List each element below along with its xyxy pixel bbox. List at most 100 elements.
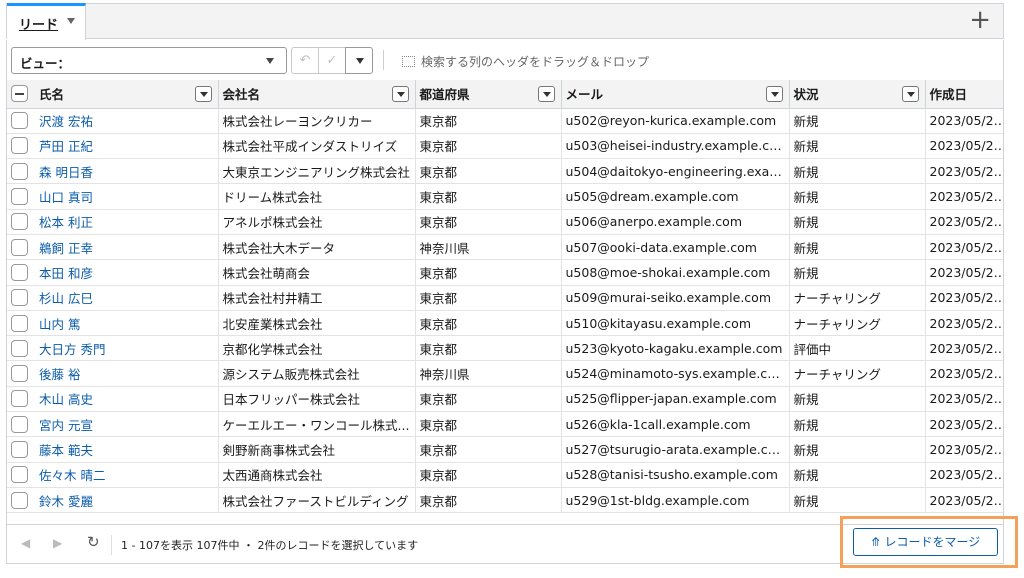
- row-checkbox-cell: [7, 133, 35, 160]
- row-checkbox-cell: [7, 386, 35, 413]
- row-checkbox[interactable]: [11, 188, 28, 206]
- row-checkbox[interactable]: [11, 162, 28, 180]
- row-checkbox[interactable]: [11, 415, 28, 433]
- footer-divider: [111, 535, 112, 555]
- status-cell: 新規: [789, 183, 926, 210]
- table-row[interactable]: 芦田 正紀 株式会社平成インダストリイズ 東京都 u503@heisei-indust…: [7, 133, 1003, 160]
- row-checkbox-cell: [7, 183, 35, 210]
- row-checkbox[interactable]: [11, 466, 28, 484]
- column-menu-button[interactable]: [765, 86, 783, 102]
- more-actions-button[interactable]: [345, 47, 373, 74]
- next-page-icon[interactable]: ▶: [53, 536, 62, 550]
- row-checkbox[interactable]: [11, 441, 28, 458]
- status-cell: 新規: [789, 158, 926, 185]
- row-checkbox[interactable]: [11, 112, 28, 130]
- table-row[interactable]: 宮内 元宣 ケーエルエー・ワンコール株式... 東京都 u526@kla-1call.…: [7, 411, 1003, 438]
- column-menu-button[interactable]: [194, 86, 212, 102]
- row-checkbox[interactable]: [11, 289, 28, 307]
- created-cell: 2023/05/21 1: [925, 436, 1003, 463]
- status-cell: ナーチャリング: [789, 360, 926, 387]
- tab-label[interactable]: リード: [19, 18, 58, 33]
- name-cell[interactable]: 山内 篤: [35, 310, 219, 337]
- chevron-down-icon: [266, 58, 274, 64]
- email-cell: u502@reyon-kurica.example.com: [561, 108, 790, 134]
- table-row[interactable]: 杉山 広巳 株式会社村井精工 東京都 u509@murai-seiko.example…: [7, 285, 1003, 311]
- table-row[interactable]: 鵜飼 正幸 株式会社大木データ 神奈川県 u507@ooki-data.example…: [7, 234, 1003, 261]
- row-checkbox[interactable]: [11, 491, 28, 509]
- view-select[interactable]: ビュー：: [11, 47, 287, 74]
- table-row[interactable]: 大日方 秀門 京都化学株式会社 東京都 u523@kyoto-kagaku.examp…: [7, 335, 1003, 362]
- row-checkbox-cell: [7, 310, 35, 337]
- email-cell: u524@minamoto-sys.example.com: [561, 360, 790, 387]
- name-cell[interactable]: 沢渡 宏祐: [35, 108, 219, 134]
- name-cell[interactable]: 芦田 正紀: [35, 133, 219, 160]
- column-menu-button[interactable]: [391, 86, 409, 102]
- table-row[interactable]: 木山 高史 日本フリッパー株式会社 東京都 u525@flipper-japan.ex…: [7, 386, 1003, 413]
- company-cell: 剣野新商事株式会社: [218, 436, 416, 463]
- group-drop-zone[interactable]: 検索する列のヘッダをドラッグ＆ドロップ: [402, 53, 649, 70]
- table-row[interactable]: 佐々木 晴二 太西通商株式会社 東京都 u528@tanisi-tsusho.exam…: [7, 462, 1003, 488]
- table-row[interactable]: 鈴木 愛麗 株式会社ファーストビルディング 東京都 u529@1st-bldg.exa…: [7, 487, 1003, 514]
- toolbar-divider: [383, 50, 384, 70]
- column-header-company[interactable]: 会社名: [218, 80, 416, 109]
- row-checkbox-cell: [7, 436, 35, 463]
- name-cell[interactable]: 大日方 秀門: [35, 335, 219, 362]
- merge-records-button[interactable]: ⤊ レコードをマージ: [853, 528, 998, 556]
- row-checkbox[interactable]: [11, 238, 28, 256]
- column-menu-button[interactable]: [537, 86, 555, 102]
- select-all-cell: [7, 80, 35, 109]
- created-cell: 2023/05/21 1: [925, 462, 1003, 488]
- name-cell[interactable]: 本田 和彦: [35, 259, 219, 286]
- table-row[interactable]: 後藤 裕源システム販売株式会社 神奈川県 u524@minamoto-sys.exa…: [7, 360, 1003, 387]
- table-row[interactable]: 藤本 範夫 剣野新商事株式会社 東京都 u527@tsurugio-arata.exa…: [7, 436, 1003, 463]
- table-row[interactable]: 松本 利正 アネルポ株式会社 東京都 u506@anerpo.example.com 新…: [7, 209, 1003, 235]
- name-cell[interactable]: 宮内 元宣: [35, 411, 219, 438]
- name-cell[interactable]: 後藤 裕: [35, 360, 219, 387]
- row-checkbox[interactable]: [11, 213, 28, 231]
- status-cell: 新規: [789, 487, 926, 514]
- row-checkbox[interactable]: [11, 263, 28, 281]
- table-row[interactable]: 山口 真司 ドリーム株式会社 東京都 u505@dream.example.com 新規…: [7, 183, 1003, 210]
- row-checkbox[interactable]: [11, 137, 28, 155]
- prefecture-cell: 神奈川県: [415, 360, 562, 387]
- name-cell[interactable]: 森 明日香: [35, 158, 219, 185]
- select-all-checkbox[interactable]: [11, 85, 28, 103]
- column-menu-button[interactable]: [901, 86, 919, 102]
- name-cell[interactable]: 松本 利正: [35, 209, 219, 235]
- plus-icon[interactable]: +: [969, 7, 991, 33]
- undo-button[interactable]: ↶: [291, 47, 319, 74]
- prev-page-icon[interactable]: ◀: [21, 536, 30, 550]
- column-header-created[interactable]: 作成日: [925, 80, 1003, 109]
- prefecture-cell: 東京都: [415, 158, 562, 185]
- table-row[interactable]: 本田 和彦 株式会社萌商会 東京都 u508@moe-shokai.example.c…: [7, 259, 1003, 286]
- undo-icon: ↶: [299, 53, 311, 68]
- email-cell: u525@flipper-japan.example.com: [561, 386, 790, 413]
- row-checkbox[interactable]: [11, 365, 28, 383]
- confirm-button[interactable]: ✓: [318, 47, 346, 74]
- name-cell[interactable]: 佐々木 晴二: [35, 462, 219, 488]
- row-checkbox[interactable]: [11, 314, 28, 332]
- prefecture-cell: 東京都: [415, 335, 562, 362]
- row-checkbox[interactable]: [11, 390, 28, 408]
- refresh-icon[interactable]: ↻: [87, 533, 100, 551]
- column-header-email[interactable]: メール: [561, 80, 790, 109]
- name-cell[interactable]: 山口 真司: [35, 183, 219, 210]
- name-cell[interactable]: 鈴木 愛麗: [35, 487, 219, 514]
- created-cell: 2023/05/21 1: [925, 310, 1003, 337]
- table-row[interactable]: 森 明日香 大東京エンジニアリング株式会社 東京都 u504@daitokyo-eng…: [7, 158, 1003, 185]
- tab-dropdown-icon[interactable]: [67, 18, 75, 24]
- name-cell[interactable]: 鵜飼 正幸: [35, 234, 219, 261]
- column-header-prefecture[interactable]: 都道府県: [415, 80, 562, 109]
- email-cell: u526@kla-1call.example.com: [561, 411, 790, 438]
- name-cell[interactable]: 藤本 範夫: [35, 436, 219, 463]
- status-cell: 評価中: [789, 335, 926, 362]
- name-cell[interactable]: 木山 高史: [35, 386, 219, 413]
- row-checkbox[interactable]: [11, 339, 28, 357]
- table-row[interactable]: 山内 篤北安産業株式会社 東京都 u510@kitayasu.example.com…: [7, 310, 1003, 337]
- column-header-name[interactable]: 氏名: [35, 80, 219, 109]
- name-cell[interactable]: 杉山 広巳: [35, 285, 219, 311]
- column-header-status[interactable]: 状況: [789, 80, 926, 109]
- tab-leads[interactable]: リード: [7, 3, 86, 40]
- table-row[interactable]: 沢渡 宏祐 株式会社レーヨンクリカー 東京都 u502@reyon-kurica.ex…: [7, 108, 1003, 134]
- created-cell: 2023/05/21 1: [925, 386, 1003, 413]
